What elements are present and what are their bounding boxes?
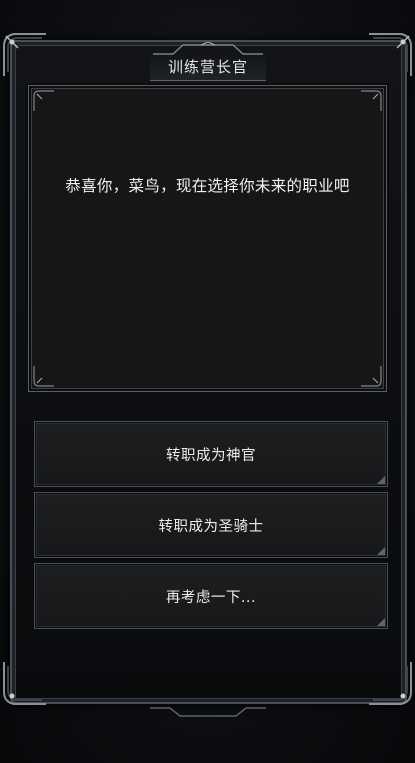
panel-corner-ornament-icon xyxy=(33,365,55,387)
choice-button-paladin[interactable]: 转职成为圣骑士 xyxy=(34,492,388,558)
choice-button-label: 转职成为神官 xyxy=(166,447,256,464)
choice-button-priest[interactable]: 转职成为神官 xyxy=(34,421,388,487)
corner-notch-icon xyxy=(377,618,385,626)
corner-notch-icon xyxy=(377,476,385,484)
bottom-ornament-icon xyxy=(150,707,266,717)
window-title: 训练营长官 xyxy=(167,57,248,76)
title-ornament-icon xyxy=(153,42,263,55)
panel-corner-ornament-icon xyxy=(33,90,55,112)
window-title-bar: 训练营长官 xyxy=(150,42,266,81)
frame-corner-ornament-icon xyxy=(367,32,413,78)
choice-button-label: 再考虑一下... xyxy=(165,589,257,606)
game-screen: 训练营长官 恭喜你，菜鸟，现在选择你未来的职业吧 转职成为神官 转职成为圣骑士 … xyxy=(0,0,415,763)
frame-corner-ornament-icon xyxy=(2,660,48,706)
choice-button-label: 转职成为圣骑士 xyxy=(158,518,264,535)
corner-notch-icon xyxy=(377,547,385,555)
choice-button-reconsider[interactable]: 再考虑一下... xyxy=(34,563,388,629)
panel-corner-ornament-icon xyxy=(360,365,382,387)
npc-dialog-panel: 恭喜你，菜鸟，现在选择你未来的职业吧 xyxy=(28,85,387,392)
frame-corner-ornament-icon xyxy=(367,660,413,706)
frame-corner-ornament-icon xyxy=(2,32,48,78)
panel-corner-ornament-icon xyxy=(360,90,382,112)
npc-dialog-message: 恭喜你，菜鸟，现在选择你未来的职业吧 xyxy=(65,177,350,195)
